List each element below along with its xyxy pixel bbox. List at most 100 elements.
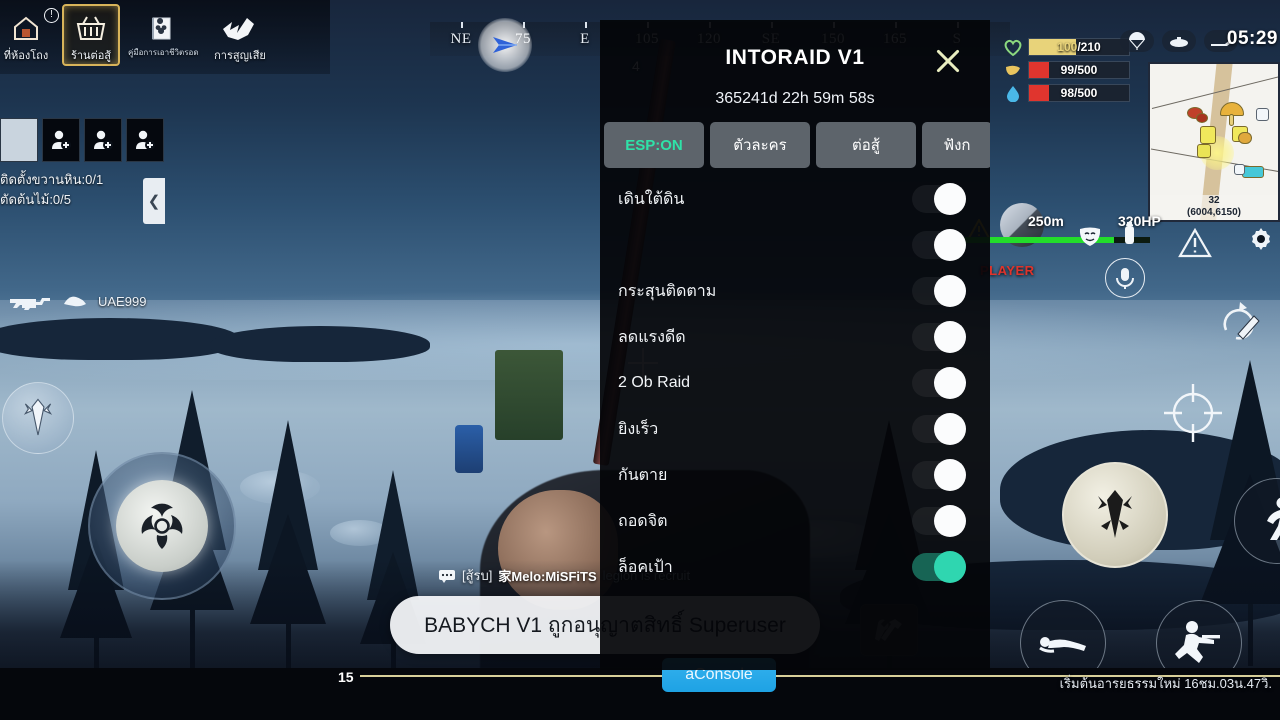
option-toggle[interactable] [912, 183, 966, 215]
reload-icon[interactable] [1218, 300, 1262, 342]
shrub [210, 326, 430, 362]
option-toggle[interactable] [912, 551, 966, 583]
quest-objective-list: ติดตั้งขวานหิน:0/1 ตัดต้นไม้:0/5 [0, 170, 160, 210]
mic-icon[interactable] [1105, 258, 1145, 298]
quest-slot[interactable] [0, 118, 38, 162]
gear-icon[interactable] [1248, 226, 1274, 252]
explosion-icon [196, 8, 284, 48]
health-bar-track: 100/210 [1028, 38, 1130, 56]
minimap[interactable]: 32 (6004,6150) [1148, 62, 1280, 222]
option-label: เดินใต้ดิน [618, 190, 685, 208]
tab-character[interactable]: ตัวละคร [710, 122, 810, 168]
add-person-icon [136, 130, 155, 150]
minimap-marker [1229, 114, 1234, 126]
nav-label: ที่ห้องโถง [3, 50, 49, 62]
weapon-info-strip: UAE999 [0, 288, 190, 314]
panel-license-timer: 365241d 22h 59m 58s [715, 90, 875, 107]
nav-item-survival-guide[interactable]: คู่มือการเอาชีวิตรอด [128, 8, 199, 59]
shrub [0, 318, 240, 360]
fire-main-button[interactable] [1062, 462, 1168, 568]
option-row[interactable]: ถอดจิต [600, 498, 990, 544]
chat-bubble-icon [438, 569, 456, 583]
option-toggle[interactable] [912, 367, 966, 399]
quest-slot[interactable] [42, 118, 80, 162]
quest-slot[interactable] [84, 118, 122, 162]
minimap-marker [1256, 108, 1269, 121]
option-label: 2 Ob Raid [618, 374, 691, 391]
submarine-icon[interactable] [1162, 30, 1196, 52]
panel-option-list: เดินใต้ดิน กระสุนติดตาม ลดแรงดีด 2 Ob Ra… [600, 168, 990, 670]
option-row[interactable]: กันตาย [600, 452, 990, 498]
chat-sender: 家Melo:MiSFiTS [498, 569, 597, 584]
minimap-marker [1242, 166, 1264, 178]
waypoint-icon[interactable] [478, 18, 532, 72]
close-x-icon[interactable] [930, 42, 966, 78]
joystick-knob[interactable] [116, 480, 208, 572]
nav-label: ร้านต่อสู้ [70, 50, 112, 62]
food-bar-track: 99/500 [1028, 61, 1130, 79]
panel-tab-row: ESP:ON ตัวละคร ต่อสู้ ฟังก [600, 122, 990, 168]
vitals-panel: 100/210 99/500 98/500 [1002, 38, 1130, 107]
nav-item-losses[interactable]: การสูญเสีย [196, 8, 284, 64]
option-toggle[interactable] [912, 459, 966, 491]
tab-esp[interactable]: ESP:ON [604, 122, 704, 168]
chat-channel: [สู้รบ] [462, 568, 493, 583]
tab-functions[interactable]: ฟังก [922, 122, 990, 168]
option-row[interactable]: ยิงเร็ว [600, 406, 990, 452]
biohazard-icon [141, 503, 183, 549]
tab-combat[interactable]: ต่อสู้ [816, 122, 916, 168]
option-toggle[interactable] [912, 505, 966, 537]
option-toggle[interactable] [912, 321, 966, 353]
option-row[interactable]: กระสุนติดตาม [600, 268, 990, 314]
water-value: 98/500 [1060, 86, 1098, 100]
option-row[interactable]: ลดแรงดีด [600, 314, 990, 360]
bullet-icon [1098, 490, 1132, 538]
quest-collapse-button[interactable]: ❮ [143, 178, 165, 224]
top-right-icon-row [1120, 30, 1238, 52]
weapon-name: UAE999 [98, 293, 147, 309]
add-person-icon [94, 130, 113, 150]
panel-header: INTORAID V1 [600, 20, 990, 90]
aim-reticle-icon[interactable] [1162, 382, 1224, 444]
crouch-shooter-icon [1175, 621, 1220, 663]
option-label: กระสุนติดตาม [618, 282, 717, 300]
mask-icon [1078, 225, 1102, 247]
shop-basket-icon [57, 8, 125, 48]
world-barrel [455, 425, 483, 473]
option-row[interactable] [600, 222, 990, 268]
add-person-icon [52, 130, 71, 150]
fire-secondary-button[interactable] [2, 382, 74, 454]
quest-slot[interactable] [126, 118, 164, 162]
vital-health: 100/210 [1002, 38, 1130, 56]
bullet-icon [23, 398, 53, 436]
book-icon [128, 8, 196, 48]
option-row[interactable]: ล็อคเป้า [600, 544, 990, 590]
warning-triangle-icon[interactable] [1178, 228, 1212, 258]
option-label: ลดแรงดีด [618, 328, 686, 346]
parachute-icon[interactable] [1120, 30, 1154, 52]
civilization-timer: เริ่มต้นอารยธรรมใหม่ 16ชม.03น.47วิ. [1059, 676, 1272, 691]
option-toggle[interactable] [912, 413, 966, 445]
option-toggle[interactable] [912, 275, 966, 307]
minimap-marker [1234, 164, 1245, 175]
health-value: 100/210 [1057, 40, 1101, 54]
quest-objective: ติดตั้งขวานหิน:0/1 [0, 172, 104, 187]
world-structure [495, 350, 563, 440]
option-label: ยิงเร็ว [618, 420, 659, 438]
movement-joystick[interactable] [88, 452, 236, 600]
option-row[interactable]: 2 Ob Raid [600, 360, 990, 406]
prone-man-icon [1039, 637, 1086, 653]
minimap-level: 32 [1208, 195, 1220, 206]
option-row[interactable]: เดินใต้ดิน [600, 176, 990, 222]
top-navigation-bar: ! ที่ห้องโถง ร้านต่อสู้ คู่มือการเอาชีวิ… [0, 0, 330, 74]
nav-item-combat-shop[interactable]: ร้านต่อสู้ [57, 8, 125, 64]
nav-item-dungeon-room[interactable]: ที่ห้องโถง [0, 8, 60, 64]
water-drop-icon [1002, 84, 1024, 102]
option-toggle[interactable] [912, 229, 966, 261]
vital-food: 99/500 [1002, 61, 1130, 79]
cheat-menu-panel: INTORAID V1 365241d 22h 59m 58s ESP:ON ต… [600, 20, 990, 670]
food-icon [1002, 61, 1024, 79]
food-value: 99/500 [1060, 63, 1098, 77]
option-label: ล็อคเป้า [618, 558, 673, 576]
rifle-icon [8, 292, 52, 310]
